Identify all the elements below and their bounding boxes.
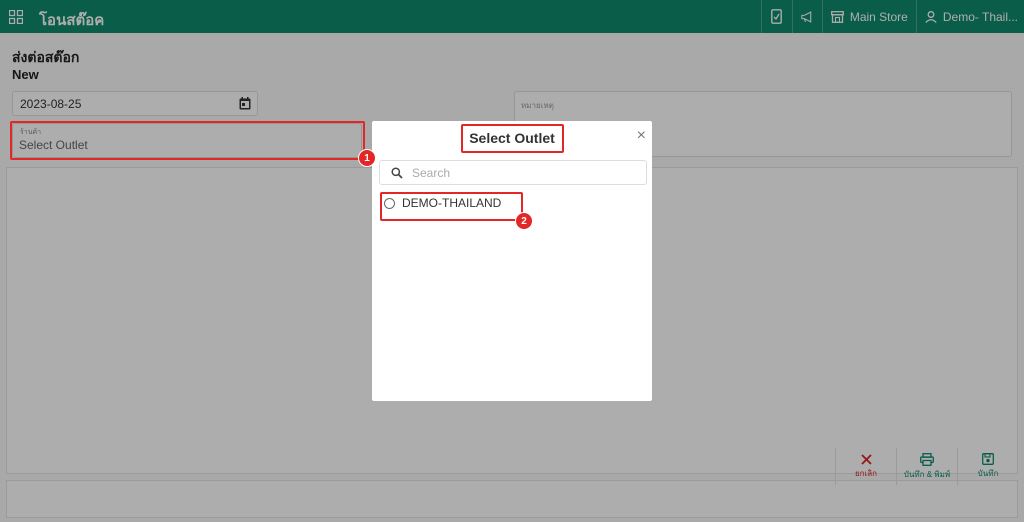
search-field[interactable] (379, 160, 647, 185)
select-outlet-modal: Select Outlet × DEMO-THAILAND (372, 121, 652, 401)
step-badge-2: 2 (515, 212, 533, 230)
outlet-option-label: DEMO-THAILAND (402, 196, 502, 210)
outlet-option[interactable]: DEMO-THAILAND (384, 196, 501, 210)
modal-title: Select Outlet (469, 130, 555, 146)
search-icon (391, 167, 403, 179)
step-badge-1: 1 (358, 149, 376, 167)
search-input[interactable] (412, 164, 640, 182)
radio-button[interactable] (384, 197, 395, 209)
close-icon[interactable]: × (637, 128, 646, 144)
